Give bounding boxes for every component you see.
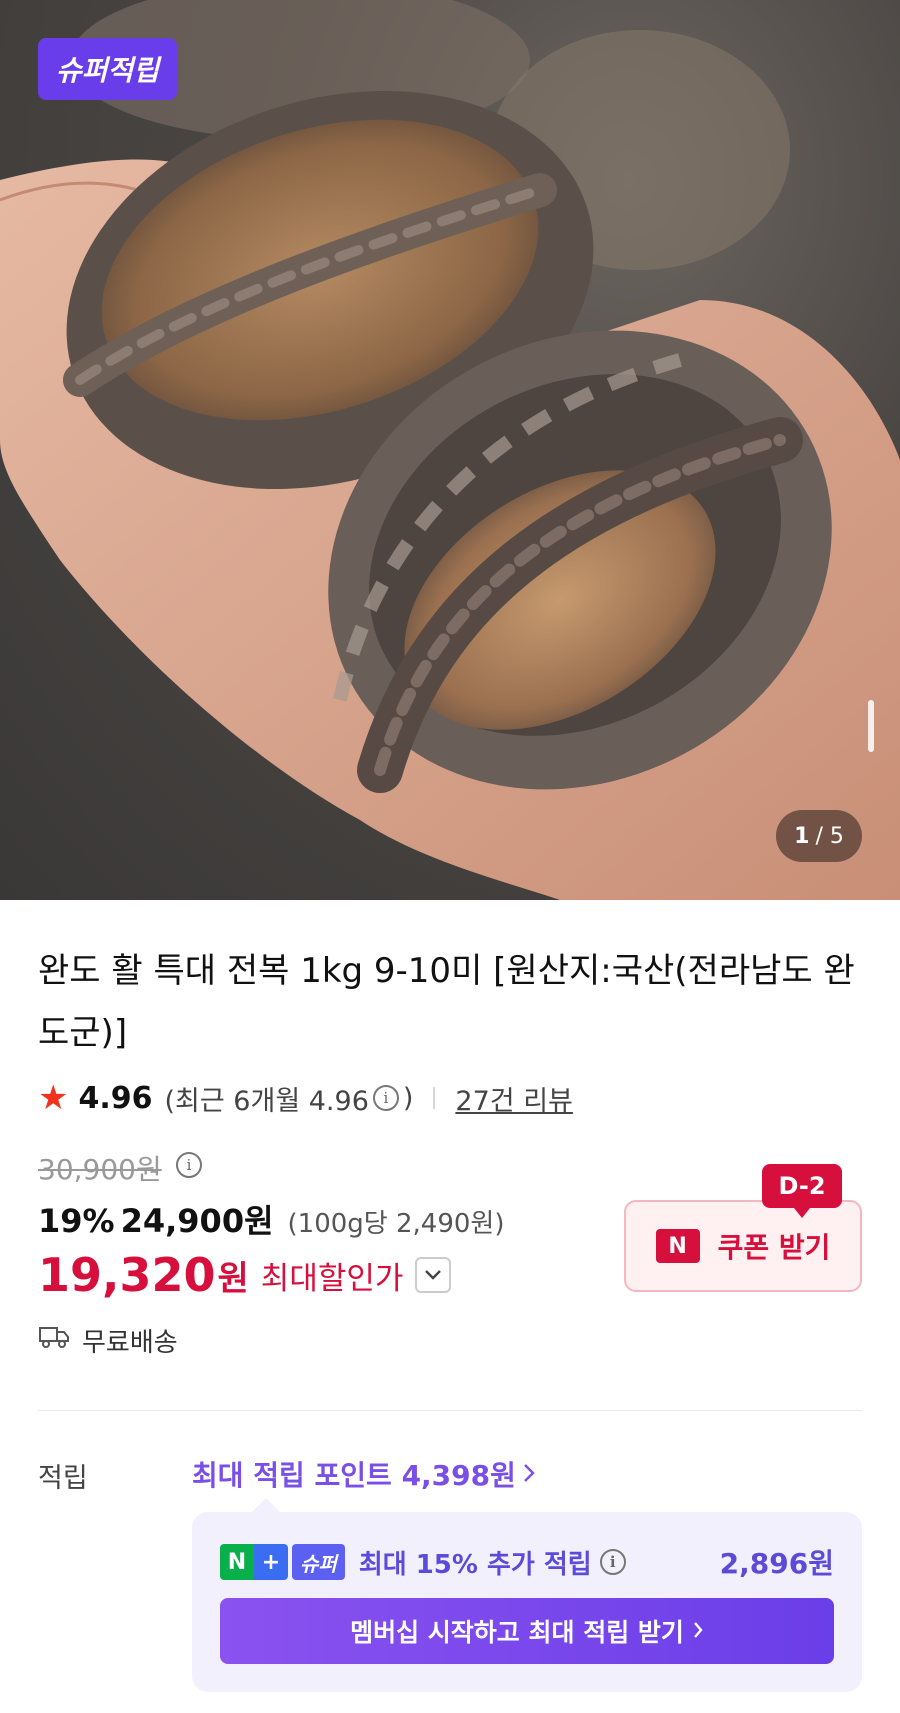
naver-n-icon: N <box>655 1229 700 1263</box>
membership-points-box: N + 슈퍼 최대 15% 추가 적립 i 2,896원 멤버십 시작하고 최대… <box>192 1498 862 1692</box>
sale-price: 24,900원 <box>120 1202 274 1240</box>
max-discount-won: 원 <box>217 1258 249 1299</box>
shipping-info: 무료배송 <box>38 1322 178 1359</box>
divider <box>433 1087 436 1109</box>
membership-plus-row: N + 슈퍼 최대 15% 추가 적립 i 2,896원 <box>220 1542 834 1582</box>
image-counter-total: / 5 <box>815 823 844 849</box>
unit-price: (100g당 2,490원) <box>287 1209 505 1239</box>
chevron-down-icon[interactable] <box>415 1257 452 1293</box>
abalone-illustration <box>0 0 900 900</box>
max-discount-price: 19,320 <box>38 1248 216 1302</box>
shipping-label: 무료배송 <box>82 1328 178 1358</box>
super-tag: 슈퍼 <box>292 1544 345 1580</box>
review-count-link[interactable]: 27건 리뷰 <box>455 1079 572 1118</box>
rating-row: ★ 4.96 (최근 6개월 4.96 i ) 27건 리뷰 <box>38 1078 573 1118</box>
scroll-indicator <box>868 700 874 752</box>
rating-value: 4.96 <box>78 1080 153 1116</box>
rating-recent: (최근 6개월 4.96 <box>164 1085 369 1117</box>
coupon-button[interactable]: N 쿠폰 받기 <box>624 1200 862 1292</box>
max-points-link[interactable]: 최대 적립 포인트 4,398원 <box>192 1454 536 1494</box>
coupon-deadline-badge: D-2 <box>762 1164 842 1218</box>
info-icon[interactable]: i <box>599 1549 626 1575</box>
chevron-right-icon <box>522 1458 536 1491</box>
product-title: 완도 활 특대 전복 1kg 9-10미 [원산지:국산(전라남도 완도군)] <box>38 951 855 1053</box>
naver-plus-p: + <box>254 1544 288 1580</box>
start-membership-label: 멤버십 시작하고 최대 적립 받기 <box>350 1618 684 1647</box>
max-discount-row: 19,320 원 최대할인가 <box>38 1248 452 1302</box>
star-icon: ★ <box>38 1078 69 1118</box>
naver-plus-n: N <box>220 1544 254 1580</box>
start-membership-button[interactable]: 멤버십 시작하고 최대 적립 받기 <box>220 1598 834 1664</box>
plus-points-amount: 2,896원 <box>719 1547 834 1580</box>
sale-price-row: 19% 24,900원 (100g당 2,490원) <box>38 1196 505 1242</box>
plus-points-label: 최대 15% 추가 적립 <box>358 1549 592 1580</box>
price-info-icon[interactable]: i <box>176 1152 202 1178</box>
chevron-right-icon <box>692 1617 704 1646</box>
max-points-text: 최대 적립 포인트 4,398원 <box>192 1459 516 1492</box>
coupon-label: 쿠폰 받기 <box>717 1231 831 1264</box>
naver-plus-logo: N + <box>220 1544 288 1580</box>
section-divider <box>38 1410 862 1411</box>
discount-rate: 19% <box>38 1202 115 1240</box>
product-image[interactable]: 슈퍼적립 1 / 5 <box>0 0 900 900</box>
points-label: 적립 <box>38 1463 88 1494</box>
original-price: 30,900원 <box>38 1153 162 1186</box>
truck-icon <box>38 1325 70 1356</box>
info-icon[interactable]: i <box>372 1085 399 1111</box>
max-discount-label: 최대할인가 <box>260 1260 404 1297</box>
plus-points-text: 최대 15% 추가 적립 i <box>359 1544 630 1581</box>
image-counter: 1 / 5 <box>776 810 862 862</box>
rating-recent-close: ) <box>402 1082 414 1114</box>
super-points-badge: 슈퍼적립 <box>38 38 178 100</box>
image-counter-current: 1 <box>794 823 810 849</box>
